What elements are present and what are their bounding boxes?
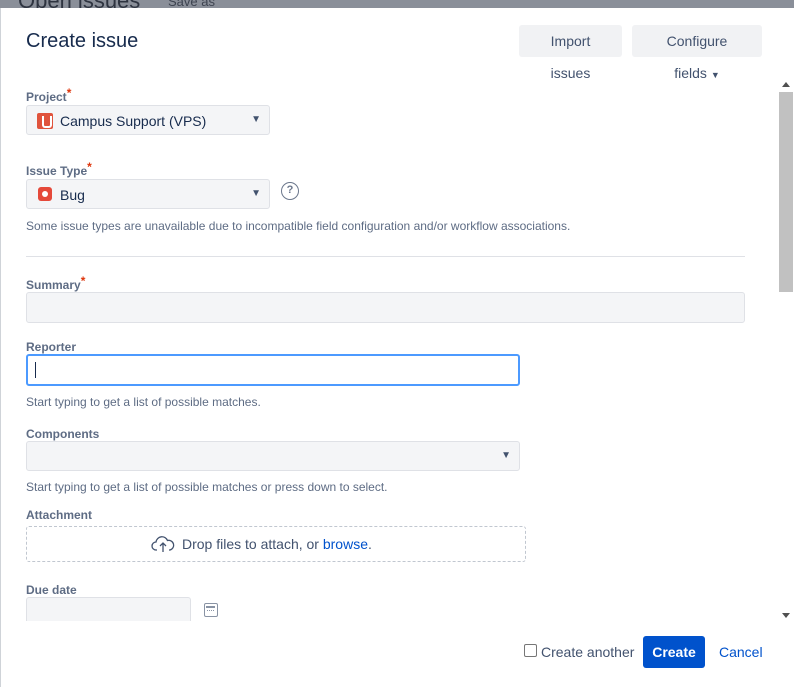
issue-type-note: Some issue types are unavailable due to … xyxy=(26,219,571,233)
due-date-input[interactable] xyxy=(26,597,191,621)
scroll-up-arrow-icon[interactable] xyxy=(782,82,790,87)
chevron-down-icon: ▼ xyxy=(251,188,261,199)
summary-label-text: Summary xyxy=(26,278,81,292)
dialog-title: Create issue xyxy=(26,30,139,52)
components-hint: Start typing to get a list of possible m… xyxy=(26,480,388,494)
components-select[interactable]: ▼ xyxy=(26,441,520,471)
issue-type-label: Issue Type* xyxy=(26,160,92,178)
summary-label: Summary* xyxy=(26,274,85,292)
chevron-down-icon: ▼ xyxy=(710,70,720,80)
scroll-down-arrow-icon[interactable] xyxy=(782,613,790,618)
create-button[interactable]: Create xyxy=(643,636,705,668)
required-marker: * xyxy=(66,86,72,100)
reporter-input[interactable] xyxy=(26,354,520,386)
cancel-link[interactable]: Cancel xyxy=(719,644,763,660)
create-issue-dialog: Create issue Import issues Configure fie… xyxy=(0,8,794,687)
calendar-icon[interactable] xyxy=(204,603,218,617)
create-another-checkbox[interactable] xyxy=(524,644,537,657)
project-select-value: Campus Support (VPS) xyxy=(60,113,207,129)
project-avatar-icon xyxy=(37,113,53,129)
text-cursor xyxy=(35,362,36,378)
drop-text-period: . xyxy=(367,536,372,552)
configure-fields-button[interactable]: Configure fields ▼ xyxy=(632,25,762,81)
dialog-scrollbar[interactable] xyxy=(777,80,794,620)
help-icon[interactable]: ? xyxy=(281,182,299,200)
project-select[interactable]: Campus Support (VPS) ▼ xyxy=(26,105,270,135)
required-marker: * xyxy=(80,274,86,288)
scrollbar-thumb[interactable] xyxy=(779,92,793,292)
attachment-drop-text: Drop files to attach, or browse. xyxy=(182,536,372,552)
browse-link[interactable]: browse xyxy=(323,536,368,552)
chevron-down-icon: ▼ xyxy=(501,450,511,461)
section-divider xyxy=(26,256,745,257)
issue-type-label-text: Issue Type xyxy=(26,164,88,178)
chevron-down-icon: ▼ xyxy=(251,114,261,125)
project-label: Project* xyxy=(26,86,71,104)
components-label: Components xyxy=(26,427,100,441)
required-marker: * xyxy=(87,160,92,174)
issue-type-select-value: Bug xyxy=(60,187,85,203)
project-label-text: Project xyxy=(26,90,67,104)
attachment-label: Attachment xyxy=(26,508,93,522)
reporter-label: Reporter xyxy=(26,340,77,354)
summary-input[interactable] xyxy=(26,292,745,323)
import-issues-button[interactable]: Import issues xyxy=(519,25,622,81)
bug-icon xyxy=(38,187,52,201)
due-date-label: Due date xyxy=(26,583,77,597)
drop-files-text: Drop files to attach, or xyxy=(182,536,323,552)
attachment-dropzone[interactable]: Drop files to attach, or browse. xyxy=(26,526,526,562)
upload-cloud-icon xyxy=(151,536,175,552)
reporter-hint: Start typing to get a list of possible m… xyxy=(26,395,261,409)
issue-type-select[interactable]: Bug ▼ xyxy=(26,179,270,209)
create-another-label[interactable]: Create another xyxy=(541,644,634,660)
